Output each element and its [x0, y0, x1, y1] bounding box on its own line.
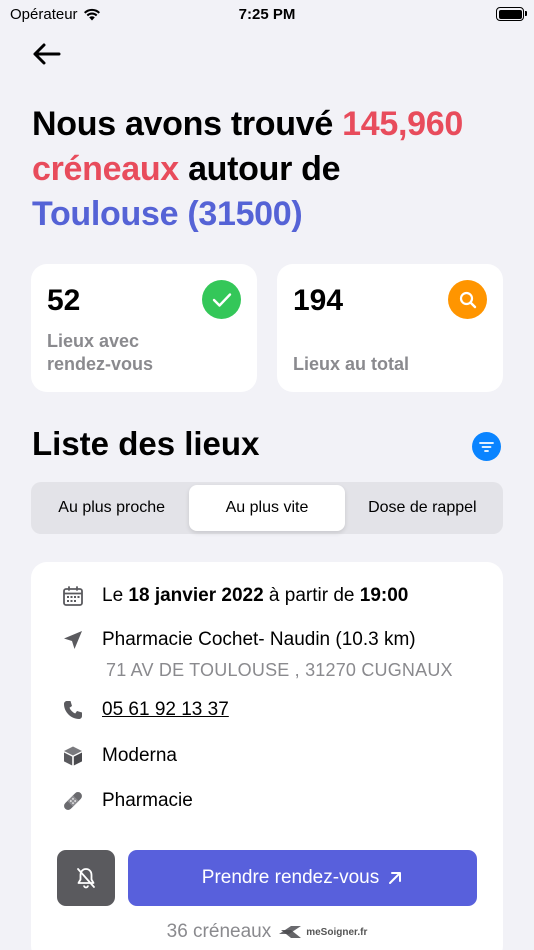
stat-card-with-appointments: 52 Lieux avec rendez-vous — [31, 264, 257, 392]
bandage-icon — [59, 787, 87, 815]
location-card: Le 18 janvier 2022 à partir de 19:00 Pha… — [31, 562, 503, 950]
check-icon — [212, 292, 231, 307]
vaccine-row: Moderna — [59, 742, 177, 770]
vaccine-name: Moderna — [102, 745, 177, 766]
arrow-left-icon — [33, 43, 61, 65]
stat-label: Lieux avec rendez-vous — [47, 331, 154, 374]
search-badge — [448, 280, 487, 319]
phone-icon — [59, 696, 87, 724]
slot-count-label: 36 créneaux — [166, 921, 272, 942]
external-arrow-icon — [389, 872, 402, 884]
tab-booster[interactable]: Dose de rappel — [345, 485, 500, 531]
notification-off-button[interactable] — [57, 850, 115, 906]
location-row: Pharmacie Cochet- Naudin (10.3 km) — [59, 626, 416, 654]
book-appointment-button[interactable]: Prendre rendez-vous — [128, 850, 477, 906]
platform-logo: meSoigner.fr — [277, 920, 367, 944]
box-icon — [59, 742, 87, 770]
stat-label: Lieux au total — [293, 354, 410, 374]
location-name: Pharmacie Cochet- Naudin (10.3 km) — [102, 629, 416, 650]
location-type: Pharmacie — [102, 790, 193, 811]
phone-link[interactable]: 05 61 92 13 37 — [102, 699, 229, 721]
tab-fastest[interactable]: Au plus vite — [189, 485, 345, 531]
calendar-icon — [59, 582, 87, 610]
search-icon — [459, 291, 476, 308]
check-badge — [202, 280, 241, 319]
tab-closest[interactable]: Au plus proche — [34, 485, 189, 531]
clock: 7:25 PM — [238, 6, 296, 23]
section-title: Liste des lieux — [32, 425, 260, 462]
bell-slash-icon — [77, 868, 95, 889]
slot-count: 145,960 — [342, 105, 463, 143]
stat-card-total: 194 Lieux au total — [277, 264, 503, 392]
back-button[interactable] — [26, 36, 66, 72]
location-address: 71 AV DE TOULOUSE , 31270 CUGNAUX — [106, 660, 453, 680]
stat-value: 194 — [293, 284, 344, 317]
battery-icon — [496, 7, 527, 21]
city-name: Toulouse (31500) — [32, 195, 303, 233]
appointment-date: Le 18 janvier 2022 à partir de 19:00 — [102, 585, 409, 606]
slots-footer: 36 créneaux meSoigner.fr — [31, 920, 503, 944]
page-title: Nous avons trouvé 145,960 créneaux autou… — [32, 105, 463, 233]
filter-button[interactable] — [472, 432, 501, 461]
date-row: Le 18 janvier 2022 à partir de 19:00 — [59, 582, 408, 610]
slot-word: créneaux — [32, 150, 179, 188]
sort-segmented-control: Au plus proche Au plus vite Dose de rapp… — [31, 482, 503, 534]
status-bar: Opérateur 7:25 PM — [0, 0, 534, 30]
phone-row: 05 61 92 13 37 — [59, 696, 229, 724]
type-row: Pharmacie — [59, 787, 193, 815]
mesoigner-logo-icon — [279, 926, 302, 938]
location-arrow-icon — [59, 626, 87, 654]
stat-value: 52 — [47, 284, 81, 317]
filter-icon — [479, 441, 494, 452]
